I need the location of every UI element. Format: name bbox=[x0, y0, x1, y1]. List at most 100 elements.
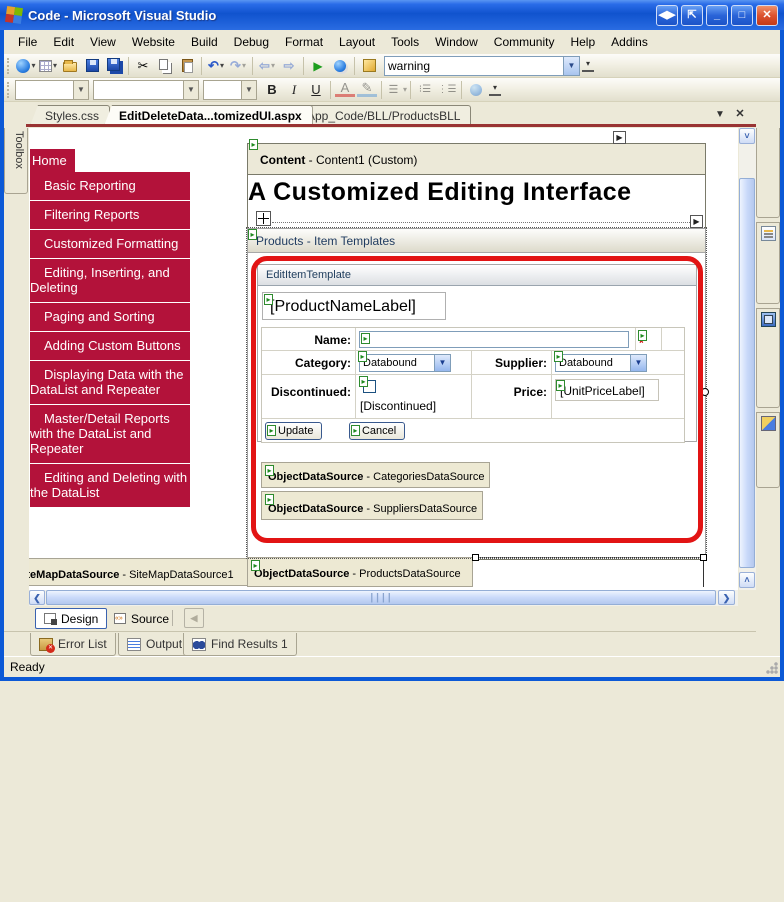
target-rule-combobox[interactable]: ▼ bbox=[15, 80, 89, 100]
toolbar-overflow-icon[interactable]: ▾ bbox=[489, 83, 501, 96]
close-document-icon[interactable]: ✕ bbox=[732, 107, 748, 122]
paste-button[interactable] bbox=[176, 56, 198, 76]
alignment-button[interactable]: ☰▾ bbox=[385, 80, 407, 100]
dock-arrows-button[interactable]: ◀▶ bbox=[656, 5, 678, 26]
menu-build[interactable]: Build bbox=[183, 32, 226, 52]
menu-tools[interactable]: Tools bbox=[383, 32, 427, 52]
find-combobox-dropdown-icon[interactable]: ▼ bbox=[563, 57, 579, 75]
menu-help[interactable]: Help bbox=[562, 32, 603, 52]
redo-button[interactable]: ↷▾ bbox=[227, 56, 249, 76]
menu-debug[interactable]: Debug bbox=[226, 32, 277, 52]
nav-item-filtering-reports[interactable]: Filtering Reports bbox=[30, 201, 190, 229]
supplier-dropdown[interactable]: Databound ▼ bbox=[555, 354, 647, 372]
category-dropdown[interactable]: Databound ▼ bbox=[359, 354, 451, 372]
navigate-backward-button[interactable]: ⇦▾ bbox=[256, 56, 278, 76]
properties-tab[interactable]: Properties bbox=[756, 222, 780, 304]
toolbar-grip[interactable] bbox=[7, 82, 12, 98]
open-file-button[interactable] bbox=[59, 56, 81, 76]
navigate-forward-button[interactable]: ⇨ bbox=[278, 56, 300, 76]
unit-price-label-control[interactable]: [UnitPriceLabel] bbox=[555, 379, 659, 401]
category-dropdown-arrow-icon[interactable]: ▼ bbox=[434, 355, 450, 371]
start-debugging-button[interactable]: ▶ bbox=[307, 56, 329, 76]
view-in-browser-button[interactable] bbox=[329, 56, 351, 76]
close-button[interactable]: ✕ bbox=[756, 5, 778, 26]
menu-layout[interactable]: Layout bbox=[331, 32, 383, 52]
menu-format[interactable]: Format bbox=[277, 32, 331, 52]
underline-button[interactable]: U bbox=[305, 80, 327, 100]
toolbar-grip[interactable] bbox=[7, 58, 12, 74]
horizontal-scrollbar[interactable]: ❮ ┃┃┃┃ ❯ bbox=[29, 590, 738, 606]
vertical-scroll-thumb[interactable] bbox=[739, 178, 755, 568]
nav-item-basic-reporting[interactable]: Basic Reporting bbox=[30, 172, 190, 200]
nav-item-displaying-data[interactable]: Displaying Data with the DataList and Re… bbox=[30, 361, 190, 404]
scroll-up-icon[interactable]: ˅ bbox=[739, 128, 755, 144]
menu-website[interactable]: Website bbox=[124, 32, 183, 52]
nav-item-paging-sorting[interactable]: Paging and Sorting bbox=[30, 303, 190, 331]
sitemap-datasource-control[interactable]: SiteMapDataSource - SiteMapDataSource1 bbox=[29, 558, 267, 586]
toolbar-overflow-icon[interactable]: ▾ bbox=[582, 59, 594, 72]
formview-smart-tag[interactable] bbox=[690, 215, 703, 228]
maximize-button[interactable]: □ bbox=[731, 5, 753, 26]
design-surface[interactable]: Home Basic Reporting Filtering Reports C… bbox=[29, 128, 738, 590]
product-name-label-control[interactable]: [ProductNameLabel] bbox=[262, 292, 446, 320]
font-name-combobox[interactable]: ▼ bbox=[93, 80, 199, 100]
nav-item-home[interactable]: Home bbox=[30, 149, 75, 172]
content-smart-tag[interactable] bbox=[613, 131, 626, 144]
error-list-tab[interactable]: Error List bbox=[30, 633, 116, 656]
save-all-button[interactable] bbox=[103, 56, 125, 76]
find-combobox[interactable]: ▼ bbox=[384, 56, 580, 76]
nav-item-master-detail[interactable]: Master/Detail Reports with the DataList … bbox=[30, 405, 190, 463]
categories-datasource-control[interactable]: ObjectDataSource - CategoriesDataSource bbox=[261, 462, 490, 488]
find-in-files-button[interactable] bbox=[358, 56, 380, 76]
minimize-button[interactable]: _ bbox=[706, 5, 728, 26]
formview-resize-handle-corner[interactable] bbox=[700, 554, 707, 561]
scroll-left-icon[interactable]: ❮ bbox=[29, 590, 45, 605]
design-view-tab[interactable]: Design bbox=[35, 608, 107, 629]
menu-view[interactable]: View bbox=[82, 32, 124, 52]
tab-styles-css[interactable]: Styles.css bbox=[30, 105, 110, 126]
bold-button[interactable]: B bbox=[261, 80, 283, 100]
find-combobox-input[interactable] bbox=[385, 59, 562, 73]
output-tab[interactable]: Output bbox=[118, 633, 191, 656]
formview-resize-handle-right[interactable] bbox=[701, 388, 709, 396]
source-view-tab[interactable]: Source bbox=[106, 608, 177, 629]
menu-edit[interactable]: Edit bbox=[45, 32, 82, 52]
formview-move-handle[interactable] bbox=[256, 211, 271, 226]
horizontal-scroll-thumb[interactable]: ┃┃┃┃ bbox=[46, 590, 716, 605]
hyperlink-button[interactable] bbox=[465, 80, 487, 100]
class-view-tab[interactable]: Class View bbox=[756, 412, 780, 488]
supplier-dropdown-arrow-icon[interactable]: ▼ bbox=[630, 355, 646, 371]
copy-button[interactable] bbox=[154, 56, 176, 76]
italic-button[interactable]: I bbox=[283, 80, 305, 100]
update-button[interactable]: Update bbox=[265, 422, 322, 440]
new-website-button[interactable]: ▾ bbox=[15, 56, 37, 76]
cancel-button[interactable]: Cancel bbox=[349, 422, 405, 440]
save-button[interactable] bbox=[81, 56, 103, 76]
title-bar[interactable]: Code - Microsoft Visual Studio ◀▶ ⇱ _ □ … bbox=[0, 0, 784, 30]
add-new-item-button[interactable]: ▾ bbox=[37, 56, 59, 76]
formview-resize-handle-bottom[interactable] bbox=[472, 554, 479, 561]
nav-item-editing-inserting-deleting[interactable]: Editing, Inserting, and Deleting bbox=[30, 259, 190, 302]
window-resize-grip[interactable] bbox=[766, 662, 778, 674]
nav-item-adding-custom-buttons[interactable]: Adding Custom Buttons bbox=[30, 332, 190, 360]
find-results-tab[interactable]: Find Results 1 bbox=[183, 633, 297, 656]
scroll-down-icon[interactable]: ˄ bbox=[739, 572, 755, 588]
product-name-textbox[interactable] bbox=[359, 331, 629, 348]
menu-window[interactable]: Window bbox=[427, 32, 486, 52]
menu-addins[interactable]: Addins bbox=[603, 32, 656, 52]
nav-item-customized-formatting[interactable]: Customized Formatting bbox=[30, 230, 190, 258]
menu-file[interactable]: File bbox=[10, 32, 45, 52]
cut-button[interactable]: ✂ bbox=[132, 56, 154, 76]
float-window-button[interactable]: ⇱ bbox=[681, 5, 703, 26]
vertical-scrollbar[interactable]: ˅ ˄ bbox=[739, 128, 756, 590]
menu-community[interactable]: Community bbox=[486, 32, 563, 52]
tab-editdeletedata-aspx[interactable]: EditDeleteData...tomizedUI.aspx bbox=[104, 105, 313, 126]
active-files-dropdown-icon[interactable]: ▼ bbox=[712, 107, 728, 122]
suppliers-datasource-control[interactable]: ObjectDataSource - SuppliersDataSource bbox=[261, 491, 483, 520]
numbered-list-button[interactable]: ⋮☰ bbox=[436, 80, 458, 100]
tag-navigator-back-icon[interactable]: ◀ bbox=[184, 608, 204, 628]
products-datasource-control[interactable]: ObjectDataSource - ProductsDataSource bbox=[247, 557, 473, 587]
scroll-right-icon[interactable]: ❯ bbox=[718, 590, 735, 605]
font-color-button[interactable]: A bbox=[334, 80, 356, 100]
highlight-button[interactable]: ✎ bbox=[356, 80, 378, 100]
